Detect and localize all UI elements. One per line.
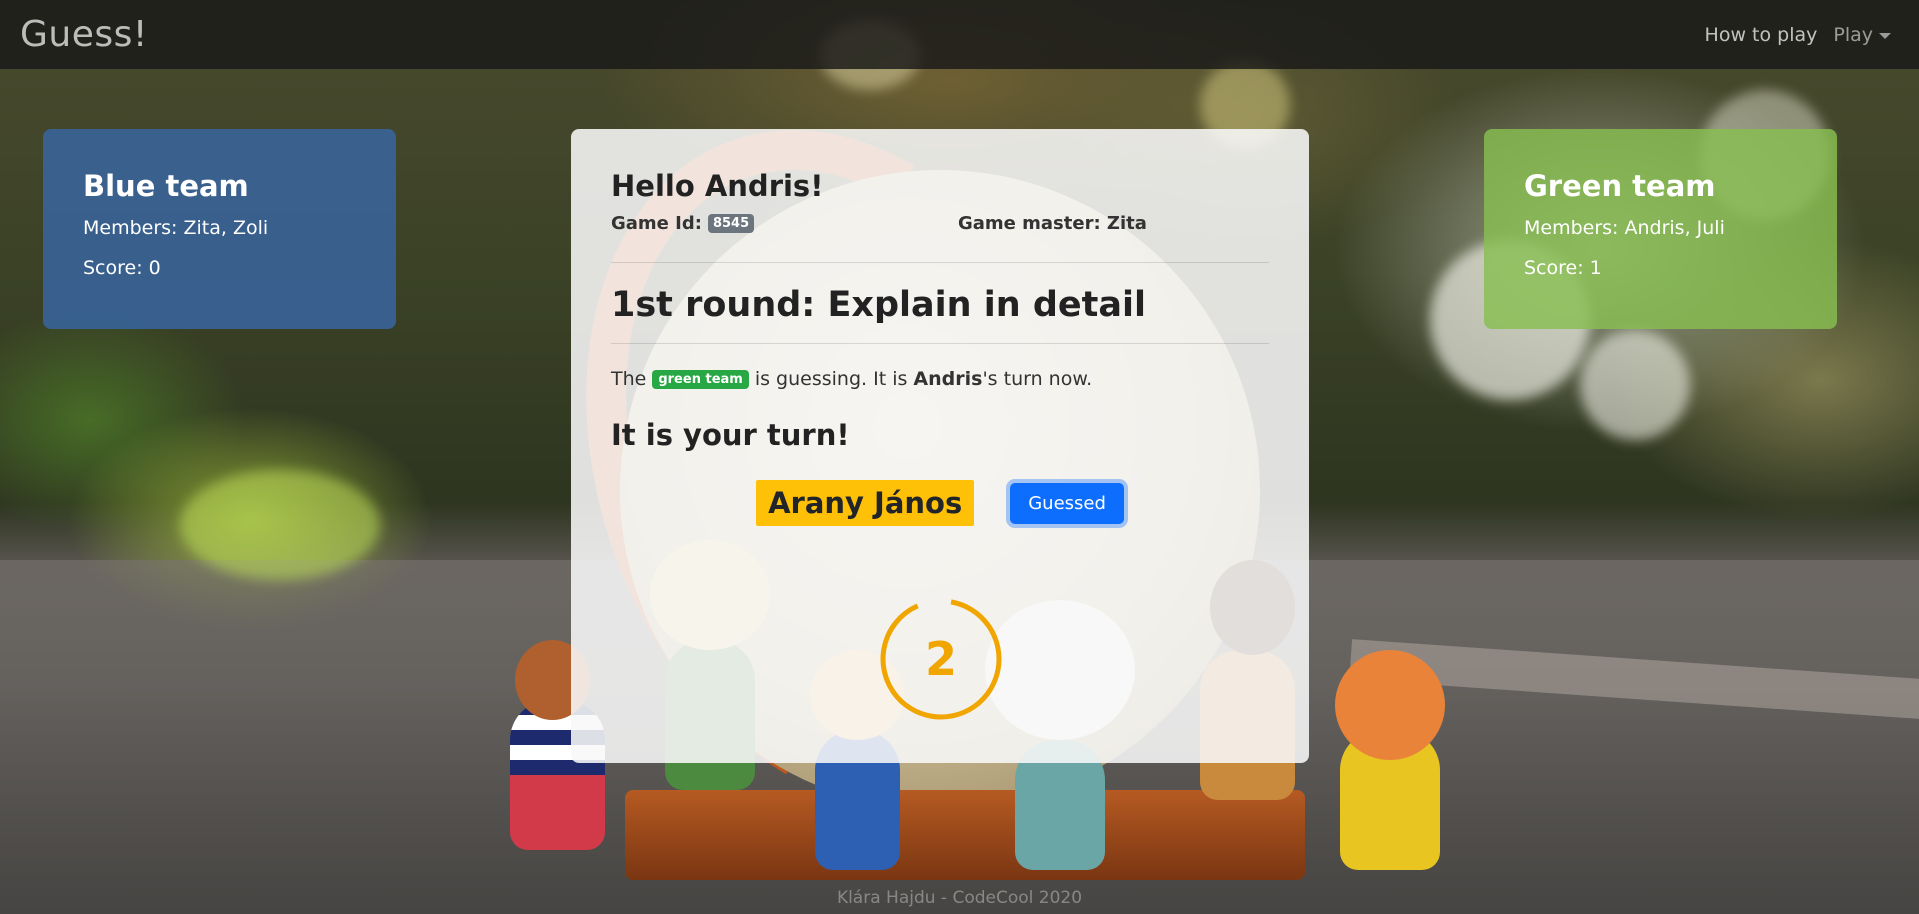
bokeh-light — [180, 470, 380, 580]
game-id-label: Game Id: — [611, 213, 702, 234]
guessing-prefix: The — [611, 368, 647, 390]
guessed-button[interactable]: Guessed — [1010, 482, 1124, 524]
bokeh-light — [1580, 330, 1690, 440]
nav-how-to-play[interactable]: How to play — [1697, 24, 1826, 46]
team-title: Blue team — [83, 169, 249, 203]
game-id-group: Game Id: 8545 — [611, 213, 958, 234]
divider — [611, 262, 1269, 263]
doll-head — [1335, 650, 1445, 760]
team-members: Members: Zita, Zoli — [83, 217, 269, 239]
team-members: Members: Andris, Juli — [1524, 217, 1725, 239]
footer: Klára Hajdu - CodeCool 2020 — [836, 888, 1083, 908]
game-meta: Game Id: 8545 Game master: Zita — [611, 213, 1269, 234]
guessing-team-badge: green team — [652, 369, 749, 389]
guessing-middle: is guessing. It is — [754, 368, 908, 390]
team-title: Green team — [1524, 169, 1716, 203]
team-score: Score: 1 — [1524, 257, 1602, 279]
nav-play-dropdown[interactable]: Play — [1825, 24, 1899, 46]
game-master: Game master: Zita — [958, 213, 1147, 234]
caret-down-icon — [1879, 32, 1891, 39]
green-team-card: Green team Members: Andris, Juli Score: … — [1484, 129, 1837, 329]
round-title: 1st round: Explain in detail — [611, 285, 1146, 325]
secret-word: Arany János — [756, 480, 975, 526]
guessing-status: The green team is guessing. It is Andris… — [611, 368, 1269, 390]
nav-play-label: Play — [1833, 23, 1873, 46]
timer-value: 2 — [924, 632, 957, 686]
guessing-suffix: 's turn now. — [982, 368, 1093, 390]
word-row: Arany János Guessed — [611, 480, 1269, 526]
blue-team-card: Blue team Members: Zita, Zoli Score: 0 — [43, 129, 396, 329]
globe-stand — [625, 790, 1305, 880]
team-score: Score: 0 — [83, 257, 161, 279]
brand-logo[interactable]: Guess! — [20, 14, 148, 55]
divider — [611, 343, 1269, 344]
your-turn-heading: It is your turn! — [611, 418, 850, 452]
countdown-timer: 2 — [879, 597, 1003, 721]
guessing-player: Andris — [913, 368, 983, 390]
nav-links: How to play Play — [1697, 24, 1899, 46]
greeting: Hello Andris! — [611, 169, 824, 203]
game-id-badge: 8545 — [707, 214, 755, 233]
game-panel: Hello Andris! Game Id: 8545 Game master:… — [571, 129, 1309, 763]
navbar: Guess! How to play Play — [0, 0, 1919, 69]
